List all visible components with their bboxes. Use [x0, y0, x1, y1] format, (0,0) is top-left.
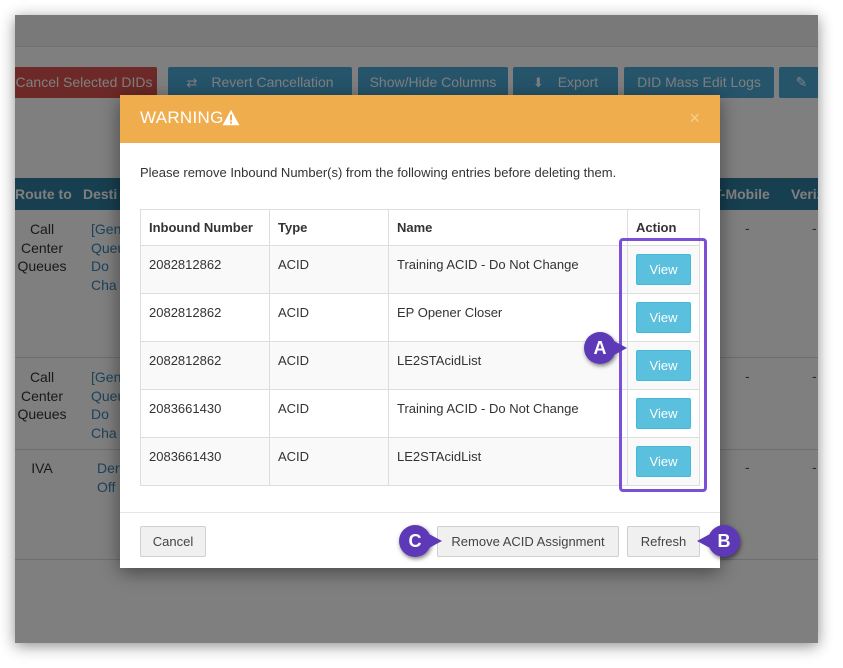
close-icon[interactable]: ×	[689, 108, 700, 129]
inbound-number-cell: 2083661430	[140, 437, 270, 486]
type-cell: ACID	[269, 437, 389, 486]
table-row: 2082812862 ACID EP Opener Closer View	[140, 293, 700, 342]
name-cell: Training ACID - Do Not Change	[388, 389, 628, 438]
table-row: 2082812862 ACID Training ACID - Do Not C…	[140, 245, 700, 294]
table-row: 2083661430 ACID LE2STAcidList View	[140, 437, 700, 486]
dialog-title: WARNING	[140, 108, 224, 127]
col-inbound-number: Inbound Number	[140, 209, 270, 246]
remove-acid-assignment-button[interactable]: Remove ACID Assignment	[437, 526, 619, 557]
inbound-number-cell: 2082812862	[140, 293, 270, 342]
annotation-marker-b: B	[697, 525, 740, 557]
type-cell: ACID	[269, 389, 389, 438]
warning-triangle-icon	[222, 109, 240, 126]
inbound-number-cell: 2083661430	[140, 389, 270, 438]
inbound-number-cell: 2082812862	[140, 341, 270, 390]
type-cell: ACID	[269, 245, 389, 294]
col-name: Name	[388, 209, 628, 246]
type-cell: ACID	[269, 341, 389, 390]
name-cell: LE2STAcidList	[388, 437, 628, 486]
dialog-message: Please remove Inbound Number(s) from the…	[140, 165, 617, 180]
col-type: Type	[269, 209, 389, 246]
screenshot-stage: Cancel Selected DIDs ⇄Revert Cancellatio…	[0, 0, 843, 668]
annotation-marker-a: A	[584, 332, 627, 364]
inbound-number-cell: 2082812862	[140, 245, 270, 294]
view-buttons-highlight	[619, 238, 707, 492]
dialog-header: WARNING ×	[120, 95, 720, 143]
name-cell: Training ACID - Do Not Change	[388, 245, 628, 294]
refresh-button[interactable]: Refresh	[627, 526, 700, 557]
cancel-button[interactable]: Cancel	[140, 526, 206, 557]
type-cell: ACID	[269, 293, 389, 342]
annotation-marker-c: C	[399, 525, 442, 557]
table-row: 2083661430 ACID Training ACID - Do Not C…	[140, 389, 700, 438]
